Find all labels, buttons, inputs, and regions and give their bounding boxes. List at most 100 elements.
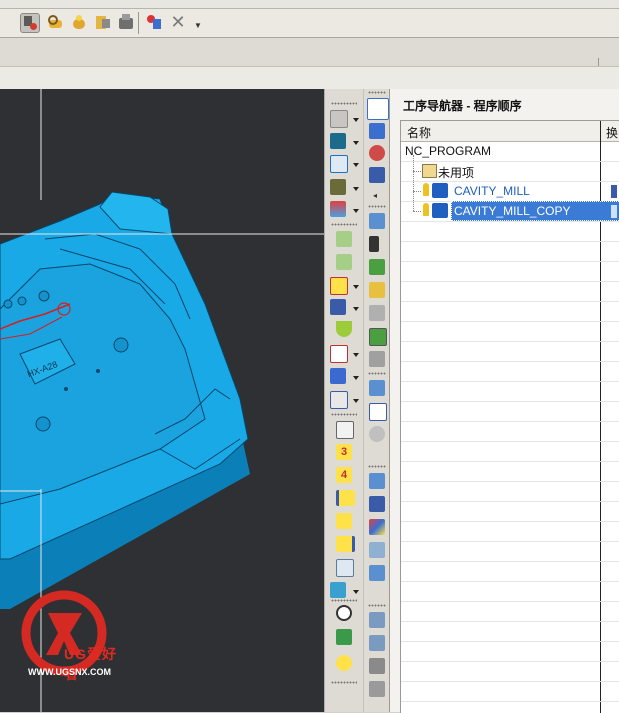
tree-row-label: CAVITY_MILL [454,184,530,198]
empty-row [401,541,619,562]
blank-icon[interactable] [330,179,346,195]
toolbar-separator [598,58,599,66]
create-geometry-icon[interactable] [70,13,88,31]
copy-icon[interactable] [369,282,385,298]
palette-grip[interactable] [331,599,357,602]
arrow-right-icon[interactable] [336,254,352,270]
drill-icon[interactable] [336,559,354,577]
create-method-icon[interactable] [94,13,112,31]
import-icon[interactable] [330,582,346,598]
chevron-down-icon[interactable] [353,399,359,403]
postprocess-icon[interactable] [369,351,385,367]
chevron-down-icon[interactable] [353,209,359,213]
display-icon[interactable] [330,368,346,384]
create-tool-icon[interactable] [46,13,64,31]
object-edit-icon[interactable] [369,635,385,651]
empty-row [401,321,619,342]
arrow-tool-icon[interactable] [369,236,379,252]
contour-icon[interactable] [336,513,352,529]
tool-table-icon[interactable] [330,133,346,149]
object-move-icon[interactable] [369,658,385,674]
z-level-icon[interactable] [336,490,355,506]
tool-change-icon [611,205,617,218]
method-view-icon[interactable] [369,167,385,183]
geometry-plane-icon[interactable] [330,155,348,173]
book-icon[interactable] [336,629,352,645]
chevron-down-icon[interactable] [353,353,359,357]
machine-tool-view-icon[interactable] [369,123,385,139]
check-icon[interactable] [369,259,385,275]
cavity-mill-icon [432,183,448,198]
step-3-icon[interactable]: 3 [336,444,352,460]
folder-icon [422,164,437,178]
create-program-icon[interactable] [20,13,40,33]
circle-icon[interactable] [336,605,352,621]
graphics-viewport[interactable]: HX-A28 UG爱好者 WWW.UGSNX.COM [0,89,324,712]
palette-grip[interactable] [331,223,357,226]
list-icon[interactable] [369,403,387,421]
arrow-left-icon[interactable] [336,231,352,247]
verify-icon[interactable] [369,328,387,346]
tree-row-nc-program[interactable]: NC_PROGRAM [401,141,619,162]
chevron-down-icon[interactable] [353,118,359,122]
toolbar-main: ✕ ▼ [0,9,619,38]
chevron-down-icon[interactable]: ▼ [194,21,202,30]
regenerate-warning-icon [423,183,429,196]
chevron-down-icon[interactable] [353,163,359,167]
palette-grip[interactable] [331,102,357,105]
program-icon[interactable] [330,110,348,128]
step-4-icon[interactable]: 4 [336,467,352,483]
empty-row [401,561,619,582]
palette-grip[interactable] [331,413,357,416]
method-icon[interactable] [330,201,346,217]
column-header-name[interactable]: 名称 [407,124,431,141]
colorful-cube-icon[interactable] [369,519,385,535]
chevron-down-icon[interactable] [353,187,359,191]
empty-row [401,461,619,482]
chevron-down-icon[interactable] [353,141,359,145]
tree-row-unused[interactable]: 未用项 [401,155,619,182]
bulb-icon[interactable] [336,655,352,671]
chevron-down-icon[interactable] [353,307,359,311]
chevron-down-icon[interactable] [353,285,359,289]
pick-tool-icon[interactable] [369,213,385,229]
delete-icon[interactable]: ✕ [168,12,188,32]
create-operation-icon[interactable] [117,13,135,31]
operation-navigator-tab-icon[interactable] [367,98,389,120]
finish-wall-icon[interactable] [336,536,355,552]
resource-grip[interactable] [368,372,386,375]
object-icon[interactable] [369,612,385,628]
layer-icon[interactable] [336,421,354,439]
chevron-down-icon[interactable] [353,590,359,594]
object-delete-icon[interactable] [369,681,385,697]
text-tool-icon[interactable] [330,345,348,363]
palette-grip[interactable] [331,681,357,684]
transform-icon[interactable] [369,565,385,581]
resource-grip[interactable] [368,604,386,607]
empty-row [401,421,619,442]
tool-path-icon[interactable] [330,277,348,295]
tree-row-operation[interactable]: CAVITY_MILL [401,171,619,202]
geometry-view-icon[interactable] [369,145,385,161]
tree-row-operation-selected[interactable]: CAVITY_MILL_COPY [401,191,619,222]
cube-icon[interactable] [330,299,346,315]
cut-icon[interactable] [369,305,385,321]
resource-grip[interactable] [368,91,386,94]
stock-icon[interactable] [369,542,385,558]
generate-toolpath-icon[interactable] [145,13,163,31]
speed-icon[interactable] [369,496,385,512]
scroll-left-icon[interactable]: ◂ [373,191,379,200]
column-header-change[interactable]: 换 [606,124,618,141]
cone-tool-icon[interactable] [336,321,352,337]
annotation-icon[interactable] [330,391,348,409]
tree-connector [413,171,414,191]
clock-icon[interactable] [369,426,385,442]
tree-connector [413,191,414,211]
empty-row [401,281,619,302]
resource-grip[interactable] [368,205,386,208]
feed-icon[interactable] [369,473,385,489]
resource-grip[interactable] [368,465,386,468]
shop-doc-icon[interactable] [369,380,385,396]
chevron-down-icon[interactable] [353,376,359,380]
tree-row-label: NC_PROGRAM [405,144,492,158]
